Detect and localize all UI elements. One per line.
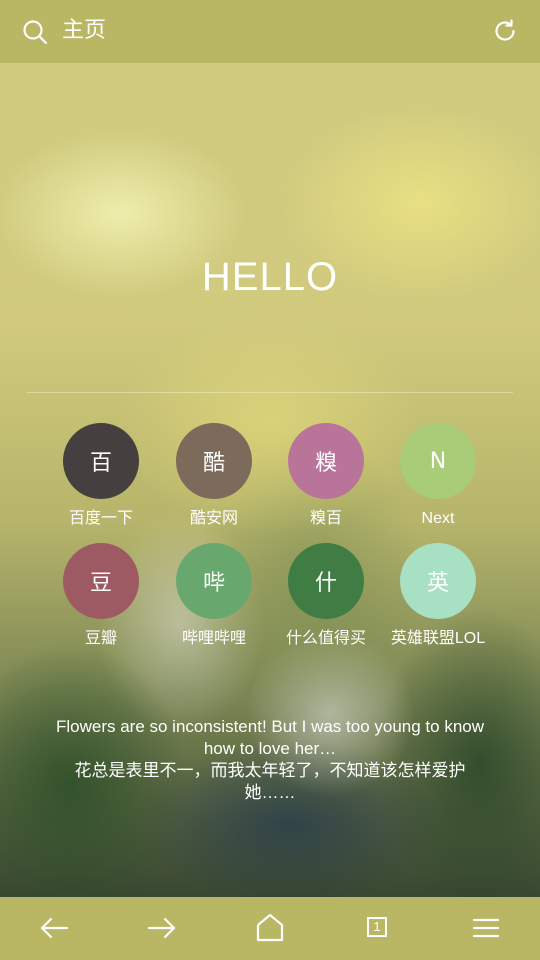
shortcut-label: 英雄联盟LOL [390,630,486,647]
shortcut-douban[interactable]: 豆 豆瓣 [45,543,157,649]
shortcut-circle[interactable]: N [400,423,476,499]
shortcut-bilibili[interactable]: 哔 哔哩哔哩 [158,543,270,649]
menu-icon[interactable] [469,911,503,945]
shortcut-label: 酷安网 [189,510,238,527]
shortcut-label: 什么值得买 [285,630,366,647]
tab-count: 1 [367,917,387,937]
shortcut-baidu[interactable]: 百 百度一下 [45,423,157,529]
shortcut-qiubai[interactable]: 糗 糗百 [270,423,382,529]
shortcut-next[interactable]: N Next [382,423,494,529]
shortcut-circle[interactable]: 哔 [176,543,252,619]
shortcut-label: 百度一下 [68,510,133,527]
shortcut-circle[interactable]: 豆 [63,543,139,619]
quote-chinese: 花总是表里不一，而我太年轻了，不知道该怎样爱护她…… [74,761,466,802]
bottom-nav: 1 [0,897,540,960]
shortcut-circle[interactable]: 英 [400,543,476,619]
back-icon[interactable] [37,911,71,945]
shortcut-label: 哔哩哔哩 [181,630,246,647]
shortcut-coolapk[interactable]: 酷 酷安网 [158,423,270,529]
shortcut-circle[interactable]: 什 [288,543,364,619]
forward-icon[interactable] [145,911,179,945]
home-icon[interactable] [253,911,287,945]
tabs-icon[interactable]: 1 [361,911,395,945]
shortcut-lol[interactable]: 英 英雄联盟LOL [382,543,494,649]
shortcut-label: 糗百 [309,510,342,527]
shortcut-grid: 百 百度一下 酷 酷安网 糗 糗百 N Next 豆 豆瓣 哔 哔哩哔哩 什 什… [0,0,540,960]
shortcut-circle[interactable]: 酷 [176,423,252,499]
shortcut-smzdm[interactable]: 什 什么值得买 [270,543,382,649]
shortcut-label: 豆瓣 [84,630,117,647]
shortcut-circle[interactable]: 百 [63,423,139,499]
shortcut-label: Next [421,510,455,527]
quote-text: Flowers are so inconsistent! But I was t… [50,716,490,804]
quote-english: Flowers are so inconsistent! But I was t… [55,717,485,758]
shortcut-circle[interactable]: 糗 [288,423,364,499]
